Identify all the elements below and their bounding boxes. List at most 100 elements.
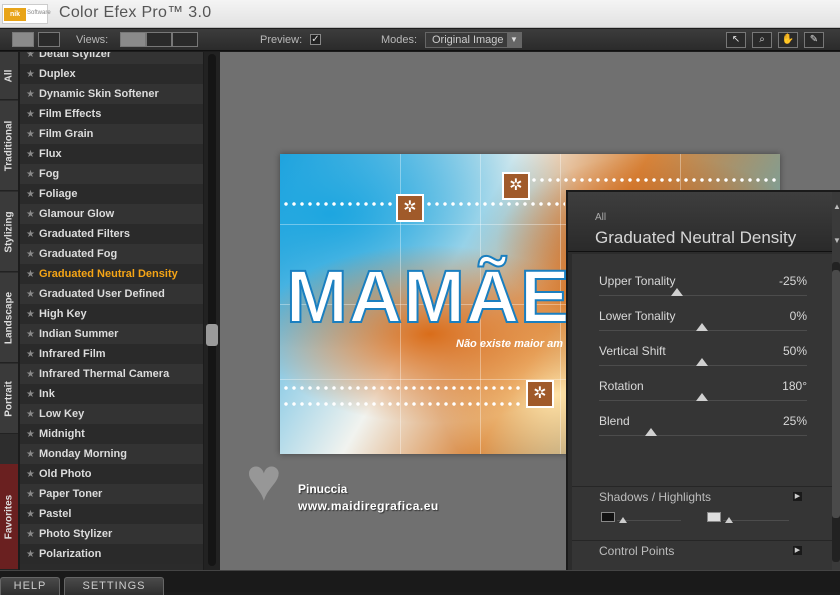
favorite-star-icon[interactable]: ★ bbox=[26, 349, 35, 360]
shadow-swatch[interactable] bbox=[601, 512, 615, 522]
filter-item[interactable]: ★ Fog bbox=[20, 164, 203, 184]
hand-tool-icon[interactable]: ✋ bbox=[778, 32, 798, 48]
slider-thumb[interactable] bbox=[696, 393, 708, 401]
list-view-icon[interactable] bbox=[38, 32, 60, 47]
filter-list-scrollbar[interactable] bbox=[204, 52, 220, 570]
filter-item[interactable]: ★ Monday Morning bbox=[20, 444, 203, 464]
panel-scroll-thumb[interactable] bbox=[832, 270, 840, 518]
favorite-star-icon[interactable]: ★ bbox=[26, 129, 35, 140]
filter-item-label: Indian Summer bbox=[38, 328, 119, 340]
filter-item[interactable]: ★ Infrared Film bbox=[20, 344, 203, 364]
expand-arrow-icon[interactable]: ▶ bbox=[793, 546, 802, 555]
favorite-star-icon[interactable]: ★ bbox=[26, 489, 35, 500]
chevron-down-icon[interactable]: ▼ bbox=[833, 236, 840, 245]
slider-lower-tonality[interactable]: Lower Tonality 0% bbox=[597, 309, 807, 343]
slider-rotation[interactable]: Rotation 180° bbox=[597, 379, 807, 413]
view-split-button[interactable] bbox=[146, 32, 172, 47]
filter-item[interactable]: ★ Film Effects bbox=[20, 104, 203, 124]
favorite-star-icon[interactable]: ★ bbox=[26, 229, 35, 240]
slider-track[interactable] bbox=[599, 295, 807, 296]
favorite-star-icon[interactable]: ★ bbox=[26, 449, 35, 460]
favorite-star-icon[interactable]: ★ bbox=[26, 409, 35, 420]
filter-item[interactable]: ★ Old Photo bbox=[20, 464, 203, 484]
single-view-icon[interactable] bbox=[12, 32, 34, 47]
favorite-star-icon[interactable]: ★ bbox=[26, 369, 35, 380]
favorite-star-icon[interactable]: ★ bbox=[26, 509, 35, 520]
pointer-tool-icon[interactable]: ↖ bbox=[726, 32, 746, 48]
favorite-star-icon[interactable]: ★ bbox=[26, 289, 35, 300]
filter-item[interactable]: ★ Graduated Filters bbox=[20, 224, 203, 244]
filter-item[interactable]: ★ High Key bbox=[20, 304, 203, 324]
panel-scrollbar[interactable] bbox=[832, 262, 840, 562]
favorite-star-icon[interactable]: ★ bbox=[26, 389, 35, 400]
favorite-star-icon[interactable]: ★ bbox=[26, 529, 35, 540]
chevron-up-icon[interactable]: ▲ bbox=[833, 202, 840, 211]
filter-item[interactable]: ★ Indian Summer bbox=[20, 324, 203, 344]
filter-item[interactable]: ★ Dynamic Skin Softener bbox=[20, 84, 203, 104]
control-points-section[interactable]: Control Points ▶ bbox=[572, 540, 832, 562]
filter-item[interactable]: ★ Duplex bbox=[20, 64, 203, 84]
favorite-star-icon[interactable]: ★ bbox=[26, 329, 35, 340]
slider-track[interactable] bbox=[599, 435, 807, 436]
filter-item[interactable]: ★ Low Key bbox=[20, 404, 203, 424]
favorite-star-icon[interactable]: ★ bbox=[26, 549, 35, 560]
favorite-star-icon[interactable]: ★ bbox=[26, 149, 35, 160]
filter-item[interactable]: ★ Ink bbox=[20, 384, 203, 404]
filter-item[interactable]: ★ Midnight bbox=[20, 424, 203, 444]
filter-item[interactable]: ★ Polarization bbox=[20, 544, 203, 564]
tab-traditional[interactable]: Traditional bbox=[0, 101, 18, 191]
scroll-thumb[interactable] bbox=[206, 324, 218, 346]
tab-stylizing[interactable]: Stylizing bbox=[0, 192, 18, 272]
tab-portrait[interactable]: Portrait bbox=[0, 364, 18, 434]
favorite-star-icon[interactable]: ★ bbox=[26, 52, 35, 60]
filter-item[interactable]: ★ Paper Toner bbox=[20, 484, 203, 504]
favorite-star-icon[interactable]: ★ bbox=[26, 469, 35, 480]
filter-item[interactable]: ★ Graduated Neutral Density bbox=[20, 264, 203, 284]
tab-landscape[interactable]: Landscape bbox=[0, 273, 18, 363]
favorite-star-icon[interactable]: ★ bbox=[26, 249, 35, 260]
slider-thumb[interactable] bbox=[696, 323, 708, 331]
filter-item[interactable]: ★ Detail Stylizer bbox=[20, 52, 203, 64]
filter-item[interactable]: ★ Film Grain bbox=[20, 124, 203, 144]
tab-all[interactable]: All bbox=[0, 52, 18, 100]
slider-thumb[interactable] bbox=[644, 428, 657, 436]
filter-item[interactable]: ★ Photo Stylizer bbox=[20, 524, 203, 544]
dot-border bbox=[282, 386, 522, 390]
filter-item[interactable]: ★ Graduated Fog bbox=[20, 244, 203, 264]
help-button[interactable]: HELP bbox=[0, 577, 60, 595]
favorite-star-icon[interactable]: ★ bbox=[26, 89, 35, 100]
shadow-thumb[interactable] bbox=[619, 517, 627, 523]
mode-select[interactable]: Original Image ▼ bbox=[425, 32, 522, 48]
color-picker-icon[interactable]: ✎ bbox=[804, 32, 824, 48]
slider-upper-tonality[interactable]: Upper Tonality -25% bbox=[597, 274, 807, 308]
filter-item-label: Graduated Filters bbox=[38, 228, 131, 240]
favorite-star-icon[interactable]: ★ bbox=[26, 269, 35, 280]
filter-item[interactable]: ★ Infrared Thermal Camera bbox=[20, 364, 203, 384]
favorite-star-icon[interactable]: ★ bbox=[26, 209, 35, 220]
highlight-thumb[interactable] bbox=[725, 517, 733, 523]
highlight-swatch[interactable] bbox=[707, 512, 721, 522]
filter-item[interactable]: ★ Flux bbox=[20, 144, 203, 164]
expand-arrow-icon[interactable]: ▶ bbox=[793, 492, 802, 501]
filter-item[interactable]: ★ Foliage bbox=[20, 184, 203, 204]
filter-item[interactable]: ★ Pastel bbox=[20, 504, 203, 524]
view-sidebyside-button[interactable] bbox=[172, 32, 198, 47]
slider-blend[interactable]: Blend 25% bbox=[597, 414, 807, 448]
favorite-star-icon[interactable]: ★ bbox=[26, 309, 35, 320]
slider-vertical-shift[interactable]: Vertical Shift 50% bbox=[597, 344, 807, 378]
slider-thumb[interactable] bbox=[671, 288, 684, 296]
slider-thumb[interactable] bbox=[696, 358, 708, 366]
favorite-star-icon[interactable]: ★ bbox=[26, 189, 35, 200]
favorite-star-icon[interactable]: ★ bbox=[26, 429, 35, 440]
zoom-tool-icon[interactable]: ⌕ bbox=[752, 32, 772, 48]
favorite-star-icon[interactable]: ★ bbox=[26, 169, 35, 180]
preview-checkbox[interactable]: ✓ bbox=[310, 34, 321, 45]
favorite-star-icon[interactable]: ★ bbox=[26, 69, 35, 80]
filter-item[interactable]: ★ Glamour Glow bbox=[20, 204, 203, 224]
view-single-button[interactable] bbox=[120, 32, 146, 47]
settings-button[interactable]: SETTINGS bbox=[64, 577, 164, 595]
filter-item[interactable]: ★ Graduated User Defined bbox=[20, 284, 203, 304]
favorite-star-icon[interactable]: ★ bbox=[26, 109, 35, 120]
tab-favorites[interactable]: Favorites bbox=[0, 464, 18, 570]
shadows-highlights-section[interactable]: Shadows / Highlights ▶ bbox=[572, 486, 832, 508]
